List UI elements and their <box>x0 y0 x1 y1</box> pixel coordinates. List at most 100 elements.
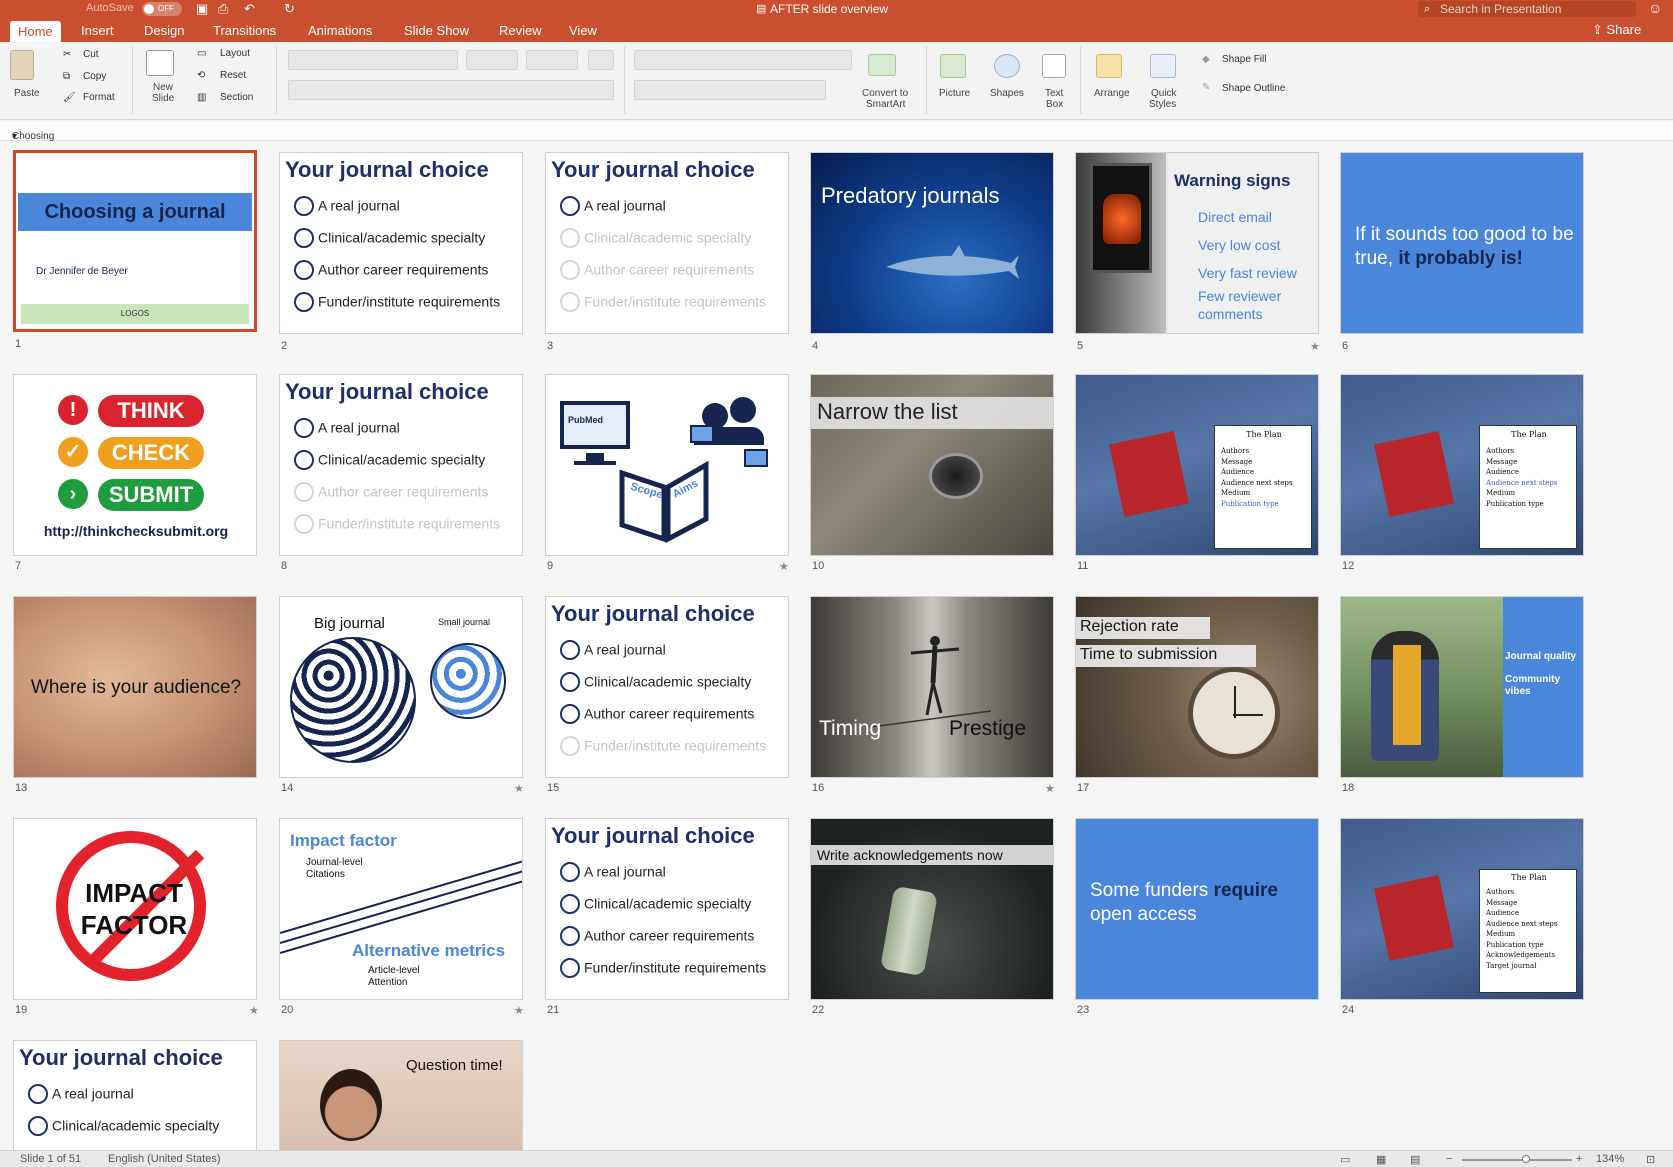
format-painter-button[interactable]: Format <box>83 92 115 103</box>
slide-thumbnail-26[interactable]: Question time! <box>279 1040 523 1150</box>
paste-button[interactable]: Paste <box>14 88 40 99</box>
list-buttons[interactable] <box>634 50 852 70</box>
slide-thumbnail-12[interactable]: The Plan Authors Message Audience Audien… <box>1340 374 1584 556</box>
font-size-select[interactable] <box>466 50 518 70</box>
transition-star-icon[interactable]: ★ <box>514 1004 524 1017</box>
shapes-button[interactable]: Shapes <box>990 88 1024 99</box>
picture-button[interactable]: Picture <box>939 88 970 99</box>
slide-thumbnail-1[interactable]: Choosing a journal Dr Jennifer de Beyer … <box>13 150 257 332</box>
slide-thumbnail-25[interactable]: Your journal choice A real journal Clini… <box>13 1040 257 1150</box>
slide-thumbnail-21[interactable]: Your journal choice A real journal Clini… <box>545 818 789 1000</box>
tab-design[interactable]: Design <box>144 23 184 38</box>
slide-thumbnail-14[interactable]: Big journal Small journal <box>279 596 523 778</box>
tab-view[interactable]: View <box>569 23 597 38</box>
slide-thumbnail-17[interactable]: Rejection rate Time to submission <box>1075 596 1319 778</box>
language-indicator[interactable]: English (United States) <box>108 1153 221 1165</box>
tab-slide-show[interactable]: Slide Show <box>404 23 469 38</box>
convert-smartart-2[interactable]: SmartArt <box>866 99 905 110</box>
alignment-buttons[interactable] <box>634 80 826 100</box>
zoom-out-icon[interactable]: − <box>1446 1153 1452 1165</box>
quick-styles-2[interactable]: Styles <box>1149 99 1176 110</box>
normal-view-icon[interactable]: ▭ <box>1340 1153 1350 1166</box>
fit-to-window-icon[interactable]: ⊡ <box>1646 1153 1655 1166</box>
redo-icon[interactable]: ↻ <box>284 1 295 17</box>
slide-thumbnail-23[interactable]: Some funders require open access <box>1075 818 1319 1000</box>
shape-fill-button[interactable]: Shape Fill <box>1222 54 1266 65</box>
reset-button[interactable]: Reset <box>220 70 246 81</box>
zoom-slider-knob[interactable] <box>1522 1155 1530 1163</box>
cut-icon[interactable]: ✂ <box>63 49 71 60</box>
section-icon[interactable]: ▥ <box>197 92 206 103</box>
section-header[interactable]: ▾ Choosing a journal <box>0 121 1673 153</box>
layout-button[interactable]: Layout <box>220 48 250 59</box>
tab-transitions[interactable]: Transitions <box>213 23 276 38</box>
slide-thumbnail-15[interactable]: Your journal choice A real journal Clini… <box>545 596 789 778</box>
print-icon[interactable]: ⎙ <box>218 1 228 17</box>
new-slide-label-1[interactable]: New <box>153 82 173 93</box>
format-painter-icon[interactable]: 🖌 <box>63 92 76 103</box>
slide-thumbnail-7[interactable]: ! THINK ✓ CHECK › SUBMIT http://thinkche… <box>13 374 257 556</box>
font-family-select[interactable] <box>288 50 458 70</box>
slide-thumbnail-2[interactable]: Your journal choice A real journal Clini… <box>279 152 523 334</box>
slide-thumbnail-9[interactable]: PubMed Scope Aims <box>545 374 789 556</box>
slide-thumbnail-3[interactable]: Your journal choice A real journal Clini… <box>545 152 789 334</box>
text-box-icon[interactable] <box>1042 54 1066 78</box>
text-box-label-1[interactable]: Text <box>1045 88 1063 99</box>
feedback-smiley-icon[interactable]: ☺ <box>1648 0 1662 16</box>
shape-fill-icon[interactable]: ◆ <box>1202 54 1210 65</box>
slide-thumbnail-13[interactable]: Where is your audience? <box>13 596 257 778</box>
slide-thumbnail-20[interactable]: Impact factor Journal-level Citations Al… <box>279 818 523 1000</box>
transition-star-icon[interactable]: ★ <box>779 560 789 573</box>
slide-thumbnail-8[interactable]: Your journal choice A real journal Clini… <box>279 374 523 556</box>
paste-icon[interactable] <box>10 50 34 80</box>
copy-button[interactable]: Copy <box>83 71 106 82</box>
zoom-level[interactable]: 134% <box>1596 1153 1624 1165</box>
quick-styles-icon[interactable] <box>1150 54 1176 78</box>
shapes-icon[interactable] <box>994 54 1020 78</box>
slide-thumbnail-19[interactable]: IMPACT FACTOR <box>13 818 257 1000</box>
arrange-icon[interactable] <box>1096 54 1122 78</box>
shape-outline-icon[interactable]: ✎ <box>1202 82 1210 93</box>
picture-icon[interactable] <box>940 54 966 78</box>
slide-sorter-view-icon[interactable]: ▦ <box>1376 1153 1386 1166</box>
tab-review[interactable]: Review <box>499 23 542 38</box>
zoom-in-icon[interactable]: + <box>1576 1153 1582 1165</box>
slide-thumbnail-16[interactable]: Timing Prestige <box>810 596 1054 778</box>
cut-button[interactable]: Cut <box>83 49 99 60</box>
shape-outline-button[interactable]: Shape Outline <box>1222 83 1285 94</box>
slide-thumbnail-22[interactable]: Write acknowledgements now <box>810 818 1054 1000</box>
copy-icon[interactable]: ⧉ <box>63 71 70 82</box>
slide-thumbnail-18[interactable]: Journal quality Community vibes <box>1340 596 1584 778</box>
section-button[interactable]: Section <box>220 92 253 103</box>
clear-format-button[interactable] <box>588 50 614 70</box>
autosave-toggle[interactable]: OFF <box>142 2 182 16</box>
convert-smartart-1[interactable]: Convert to <box>862 88 908 99</box>
text-box-label-2[interactable]: Box <box>1046 99 1063 110</box>
share-button[interactable]: ⇪ Share <box>1592 22 1641 38</box>
search-input[interactable]: ⌕ Search in Presentation <box>1418 1 1636 17</box>
transition-star-icon[interactable]: ★ <box>1310 340 1320 353</box>
font-style-buttons[interactable] <box>288 80 614 100</box>
slide-thumbnail-11[interactable]: The Plan Authors Message Audience Audien… <box>1075 374 1319 556</box>
tab-animations[interactable]: Animations <box>308 23 372 38</box>
smartart-icon[interactable] <box>868 54 896 76</box>
tab-home[interactable]: Home <box>10 21 61 42</box>
slide-thumbnail-6[interactable]: If it sounds too good to be true, it pro… <box>1340 152 1584 334</box>
transition-star-icon[interactable]: ★ <box>514 782 524 795</box>
new-slide-label-2[interactable]: Slide <box>152 93 174 104</box>
reading-view-icon[interactable]: ▤ <box>1410 1153 1420 1166</box>
font-grow-shrink-buttons[interactable] <box>526 50 578 70</box>
tab-insert[interactable]: Insert <box>81 23 114 38</box>
transition-star-icon[interactable]: ★ <box>1045 782 1055 795</box>
reset-icon[interactable]: ⟲ <box>197 70 205 81</box>
slide-thumbnail-10[interactable]: Narrow the list <box>810 374 1054 556</box>
quick-styles-1[interactable]: Quick <box>1151 88 1177 99</box>
layout-icon[interactable]: ▭ <box>197 48 206 59</box>
slide-thumbnail-4[interactable]: Predatory journals <box>810 152 1054 334</box>
new-slide-icon[interactable] <box>146 50 174 76</box>
arrange-button[interactable]: Arrange <box>1094 88 1130 99</box>
zoom-slider[interactable] <box>1462 1159 1572 1161</box>
slide-thumbnail-5[interactable]: Warning signs Direct email Very low cost… <box>1075 152 1319 334</box>
slide-thumbnail-24[interactable]: The Plan Authors Message Audience Audien… <box>1340 818 1584 1000</box>
undo-icon[interactable]: ↶ <box>244 1 255 17</box>
